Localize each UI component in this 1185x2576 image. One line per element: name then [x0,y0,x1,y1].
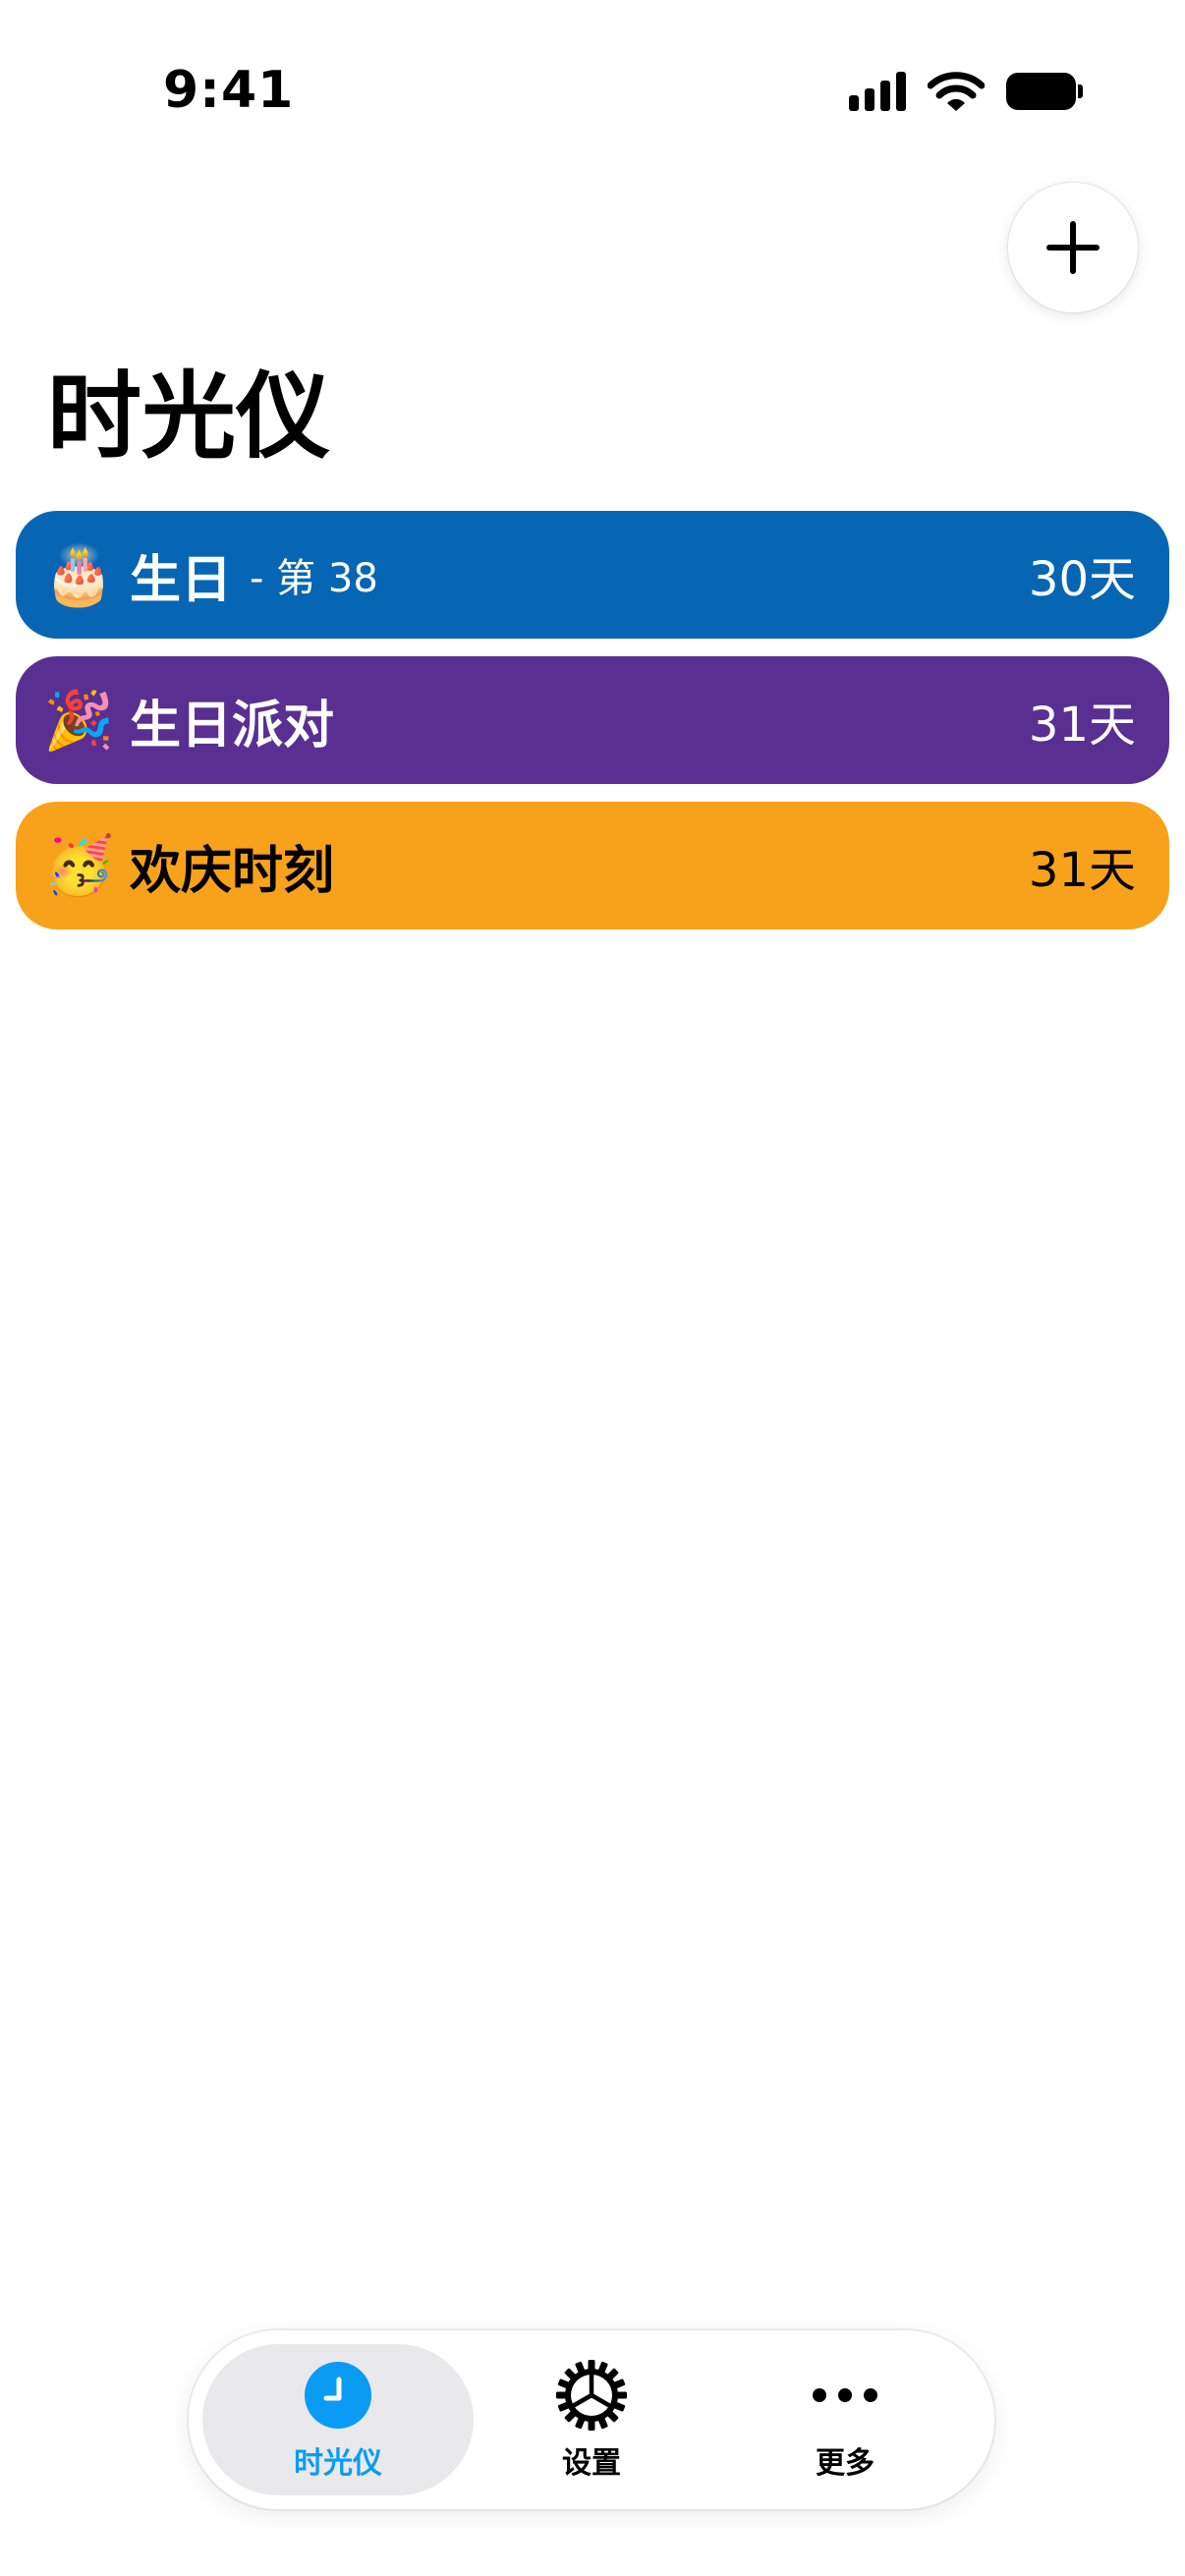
event-days-remaining: 30天 [1028,552,1136,607]
status-bar: 9:41 [0,0,1185,187]
gear-icon [556,2360,627,2431]
tab-bar: 时光仪 设置 更多 [189,2330,994,2509]
event-title: 生日派对 [130,696,335,756]
event-title: 欢庆时刻 [130,841,335,901]
party-popper-icon: 🎉 [43,687,115,754]
event-days-remaining: 31天 [1028,843,1136,898]
tab-label: 时光仪 [294,2446,382,2481]
tab-label: 设置 [562,2446,621,2481]
birthday-cake-icon: 🎂 [43,541,115,608]
plus-icon [1046,221,1100,274]
tab-time-machine[interactable]: 时光仪 [202,2344,474,2495]
event-ordinal: - 第 38 [250,556,378,601]
tab-label: 更多 [816,2446,875,2481]
battery-icon [1006,73,1083,110]
wifi-icon [928,72,985,111]
event-row[interactable]: 🎂 生日 - 第 38 30天 [16,511,1169,639]
ellipsis-icon [813,2388,877,2402]
cellular-signal-icon [849,72,906,111]
event-list: 🎂 生日 - 第 38 30天 🎉 生日派对 31天 🥳 欢庆时刻 31天 [16,511,1169,947]
event-days-remaining: 31天 [1028,698,1136,753]
status-time: 9:41 [163,61,295,120]
event-title: 生日 [130,550,233,610]
tab-settings[interactable]: 设置 [456,2344,727,2495]
partying-face-icon: 🥳 [43,832,115,899]
event-row[interactable]: 🎉 生日派对 31天 [16,656,1169,784]
clock-icon [305,2362,371,2429]
page-title: 时光仪 [47,362,330,472]
add-event-button[interactable] [1008,183,1138,312]
event-row[interactable]: 🥳 欢庆时刻 31天 [16,802,1169,929]
tab-more[interactable]: 更多 [709,2344,981,2495]
status-icons [849,71,1083,112]
